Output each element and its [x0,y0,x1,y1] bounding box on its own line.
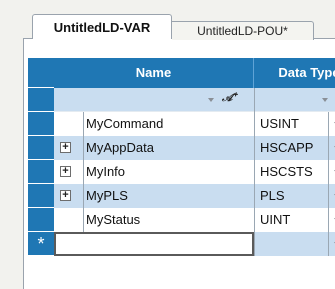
data-type-cell[interactable]: UINT [254,208,335,232]
type-filter-cell[interactable]: 𝒜⁺ [254,88,335,112]
data-type-value[interactable]: HSCAPP [260,136,313,160]
column-header-data-type[interactable]: Data Type [254,58,335,88]
column-divider [254,88,255,256]
table-row[interactable]: MyCommand [54,112,254,136]
data-type-value[interactable]: USINT [260,112,299,136]
column-header-name[interactable]: Name [54,58,254,88]
table-row[interactable]: MyStatus [54,208,254,232]
chevron-down-icon[interactable] [208,98,214,102]
row-selector[interactable] [28,112,54,136]
table-row[interactable]: + MyInfo [54,160,254,184]
new-data-type-cell[interactable] [254,232,335,256]
data-type-cell[interactable]: USINT [254,112,335,136]
expand-icon[interactable]: + [60,166,71,177]
variable-name[interactable]: MyPLS [86,184,128,208]
variable-name[interactable]: MyCommand [86,112,163,136]
filter-icon[interactable]: 𝒜⁺ [222,92,236,105]
row-selector[interactable] [28,136,54,160]
data-type-cell[interactable]: HSCAPP [254,136,335,160]
tab-untitledld-pou[interactable]: UntitledLD-POU* [172,21,314,40]
variable-name[interactable]: MyInfo [86,160,125,184]
row-selector[interactable] [28,88,54,112]
expand-icon[interactable]: + [60,142,71,153]
data-type-value[interactable]: PLS [260,184,285,208]
corner-cell [28,58,54,88]
data-type-cell[interactable]: PLS [254,184,335,208]
data-type-value[interactable]: UINT [260,208,290,232]
new-row-marker[interactable]: * [28,232,54,256]
row-selector[interactable] [28,160,54,184]
expand-icon[interactable]: + [60,190,71,201]
table-row[interactable]: + MyAppData [54,136,254,160]
variables-grid: Name Data Type 𝒜⁺ 𝒜⁺ MyCommand USINT + M… [28,58,335,268]
row-selector[interactable] [28,208,54,232]
data-type-cell[interactable]: HSCSTS [254,160,335,184]
tree-indent-line [83,112,84,232]
row-selector[interactable] [28,184,54,208]
column-divider [328,112,329,256]
name-filter-cell[interactable]: 𝒜⁺ [54,88,254,112]
tab-untitledld-var[interactable]: UntitledLD-VAR [32,14,172,39]
variable-name[interactable]: MyAppData [86,136,154,160]
new-variable-name-input[interactable] [54,232,254,256]
variable-name[interactable]: MyStatus [86,208,140,232]
data-type-value[interactable]: HSCSTS [260,160,313,184]
table-row[interactable]: + MyPLS [54,184,254,208]
chevron-down-icon[interactable] [322,98,328,102]
